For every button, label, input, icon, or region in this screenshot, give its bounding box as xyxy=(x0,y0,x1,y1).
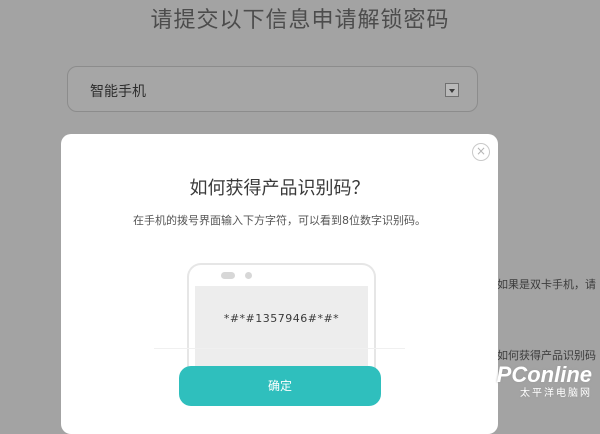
phone-illustration: *#*#1357946#*#* xyxy=(187,263,376,373)
id-code-help-link[interactable]: 如何获得产品识别码 xyxy=(497,347,596,363)
identification-code-modal: × 如何获得产品识别码？ 在手机的拨号界面输入下方字符，可以看到8位数字识别码。… xyxy=(61,134,498,434)
close-icon[interactable]: × xyxy=(472,143,490,161)
divider xyxy=(154,348,405,349)
page-title: 请提交以下信息申请解锁密码 xyxy=(150,8,450,33)
modal-title: 如何获得产品识别码？ xyxy=(189,178,370,199)
dial-code: *#*#1357946#*#* xyxy=(223,312,340,325)
phone-speaker xyxy=(221,272,235,279)
watermark: PConline 太平洋电脑网 xyxy=(497,362,592,399)
confirm-button[interactable]: 确定 xyxy=(179,366,381,406)
dual-sim-note: 如果是双卡手机，请 xyxy=(497,278,596,291)
dropdown-arrow-icon[interactable] xyxy=(445,83,459,97)
phone-camera xyxy=(245,272,252,279)
modal-description: 在手机的拨号界面输入下方字符，可以看到8位数字识别码。 xyxy=(133,214,426,227)
device-type-value: 智能手机 xyxy=(90,84,146,100)
device-type-select[interactable]: 智能手机 xyxy=(67,66,478,112)
phone-screen: *#*#1357946#*#* xyxy=(195,286,368,373)
